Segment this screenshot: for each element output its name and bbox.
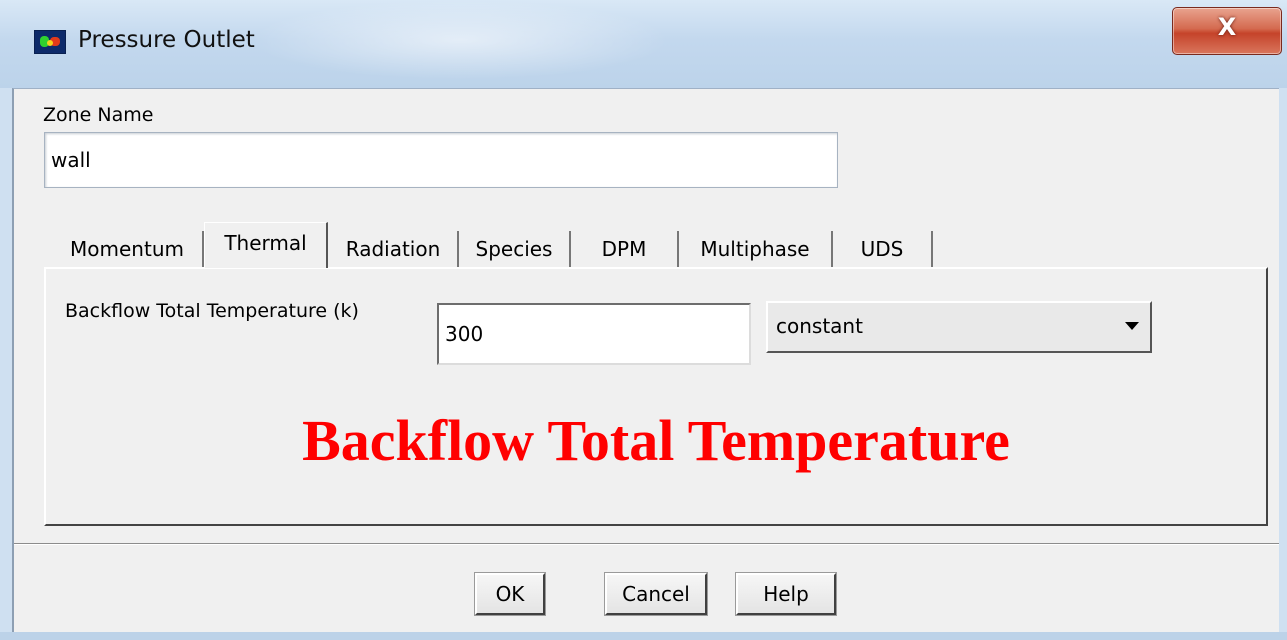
tab-multiphase[interactable]: Multiphase bbox=[679, 231, 833, 267]
app-icon-yellow-blob bbox=[47, 40, 53, 46]
window-title: Pressure Outlet bbox=[78, 27, 255, 53]
help-button[interactable]: Help bbox=[735, 572, 837, 616]
dialog-body: Zone Name Momentum Thermal Radiation Spe… bbox=[12, 88, 1279, 633]
tab-uds[interactable]: UDS bbox=[833, 231, 933, 267]
title-bar-glow bbox=[250, 0, 670, 80]
tab-radiation[interactable]: Radiation bbox=[329, 231, 459, 267]
button-separator bbox=[14, 543, 1279, 545]
fluent-app-icon bbox=[34, 30, 66, 54]
tab-dpm[interactable]: DPM bbox=[571, 231, 679, 267]
tab-thermal[interactable]: Thermal bbox=[204, 222, 328, 268]
close-icon: X bbox=[1217, 13, 1237, 41]
ok-button[interactable]: OK bbox=[474, 572, 546, 616]
temperature-method-dropdown[interactable]: constant bbox=[766, 301, 1152, 353]
zone-name-label: Zone Name bbox=[43, 104, 154, 126]
tab-species[interactable]: Species bbox=[459, 231, 571, 267]
backflow-total-temperature-label: Backflow Total Temperature (k) bbox=[65, 300, 359, 322]
thermal-tab-panel: Backflow Total Temperature (k) constant … bbox=[44, 267, 1268, 526]
close-button[interactable]: X bbox=[1172, 7, 1282, 55]
temperature-method-value: constant bbox=[776, 314, 863, 338]
pressure-outlet-dialog: Pressure Outlet X Zone Name Momentum The… bbox=[0, 0, 1287, 640]
window-bottom-border bbox=[0, 632, 1287, 640]
tab-momentum[interactable]: Momentum bbox=[52, 231, 204, 267]
title-bar[interactable]: Pressure Outlet X bbox=[0, 0, 1287, 88]
annotation-overlay: Backflow Total Temperature bbox=[302, 408, 1010, 473]
chevron-down-icon bbox=[1125, 322, 1139, 330]
zone-name-input[interactable] bbox=[44, 132, 838, 188]
cancel-button[interactable]: Cancel bbox=[604, 572, 708, 616]
backflow-total-temperature-input[interactable] bbox=[437, 303, 751, 365]
